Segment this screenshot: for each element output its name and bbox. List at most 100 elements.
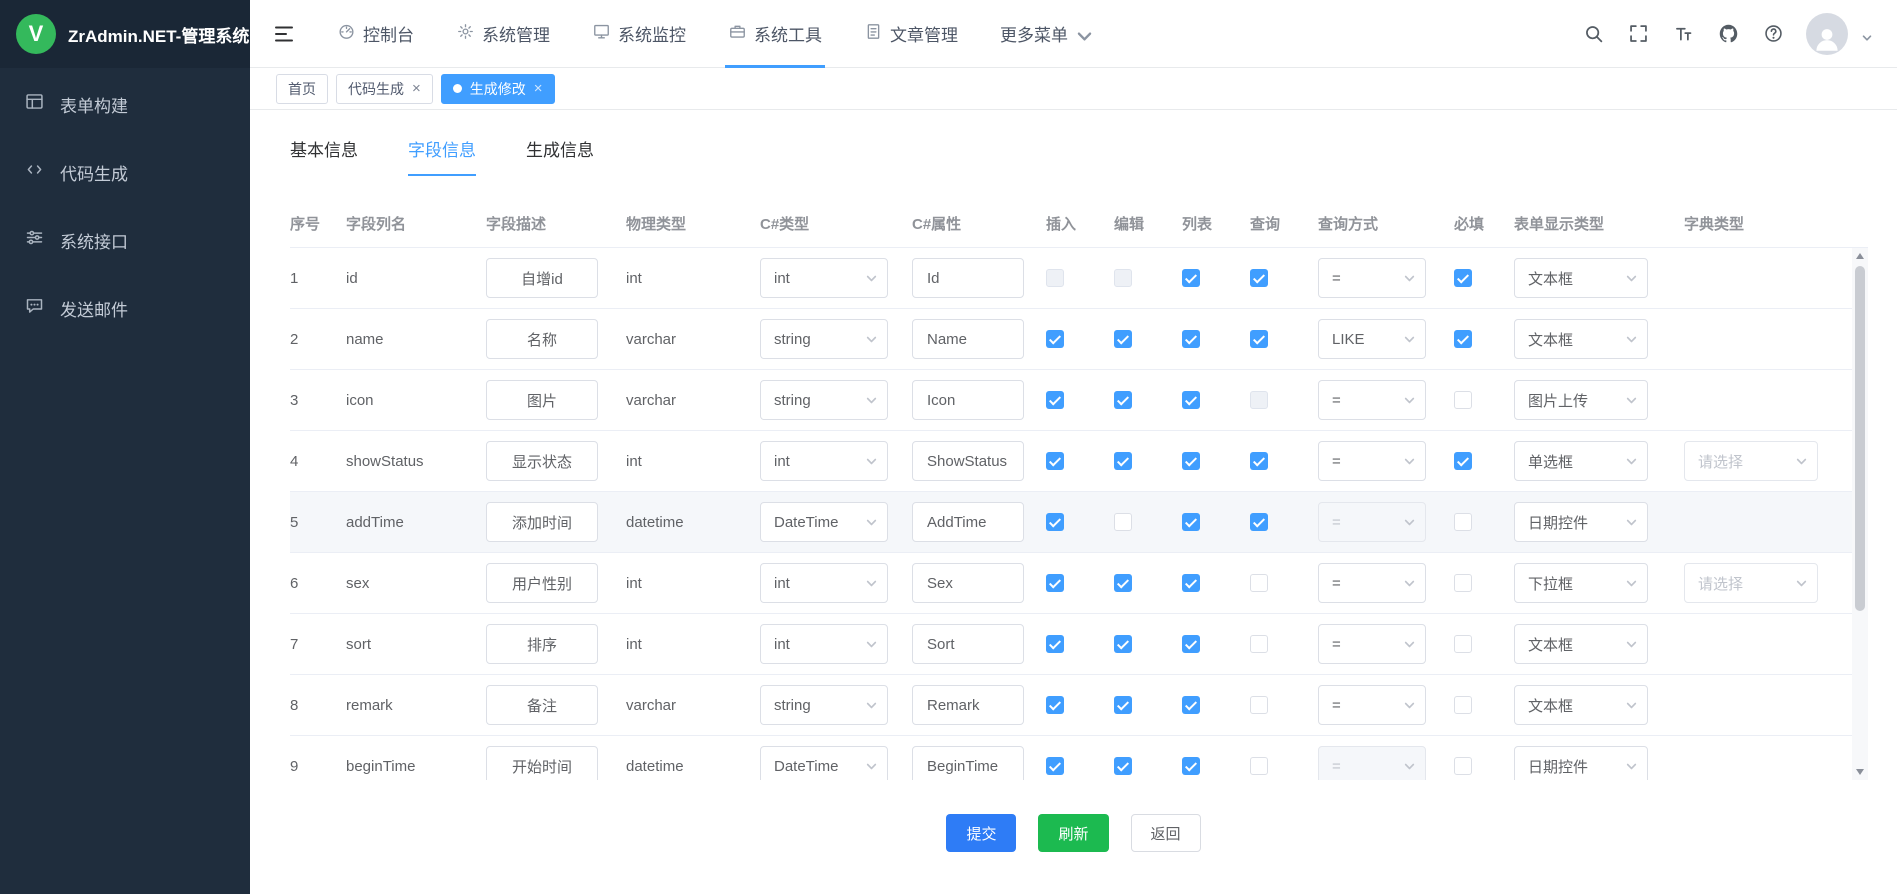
required-checkbox[interactable] [1454, 696, 1472, 714]
back-button[interactable]: 返回 [1131, 814, 1201, 852]
query-checkbox[interactable] [1250, 574, 1268, 592]
required-checkbox[interactable] [1454, 757, 1472, 775]
insert-checkbox[interactable] [1046, 696, 1064, 714]
cs-property-input[interactable] [912, 685, 1024, 725]
insert-checkbox[interactable] [1046, 574, 1064, 592]
display-type-select[interactable]: 文本框 [1514, 624, 1648, 664]
tab-generate-edit[interactable]: 生成修改 × [441, 74, 555, 104]
list-checkbox[interactable] [1182, 574, 1200, 592]
list-checkbox[interactable] [1182, 452, 1200, 470]
cs-type-select[interactable]: int [760, 441, 888, 481]
display-type-select[interactable]: 文本框 [1514, 258, 1648, 298]
caret-down-icon[interactable] [1861, 31, 1873, 43]
cs-property-input[interactable] [912, 258, 1024, 298]
field-description-input[interactable] [486, 563, 598, 603]
display-type-select[interactable]: 文本框 [1514, 319, 1648, 359]
query-checkbox[interactable] [1250, 696, 1268, 714]
nav-item-article-management[interactable]: 更多菜单 文章管理 [861, 0, 961, 68]
cs-type-select[interactable]: int [760, 258, 888, 298]
required-checkbox[interactable] [1454, 513, 1472, 531]
list-checkbox[interactable] [1182, 635, 1200, 653]
required-checkbox[interactable] [1454, 452, 1472, 470]
list-checkbox[interactable] [1182, 330, 1200, 348]
nav-item-system-tools[interactable]: 系统工具 [725, 0, 825, 68]
fullscreen-icon[interactable] [1626, 22, 1650, 46]
required-checkbox[interactable] [1454, 330, 1472, 348]
required-checkbox[interactable] [1454, 391, 1472, 409]
field-description-input[interactable] [486, 441, 598, 481]
cs-property-input[interactable] [912, 563, 1024, 603]
insert-checkbox[interactable] [1046, 330, 1064, 348]
insert-checkbox[interactable] [1046, 452, 1064, 470]
required-checkbox[interactable] [1454, 574, 1472, 592]
cs-type-select[interactable]: string [760, 319, 888, 359]
display-type-select[interactable]: 日期控件 [1514, 502, 1648, 542]
insert-checkbox[interactable] [1046, 513, 1064, 531]
cs-property-input[interactable] [912, 624, 1024, 664]
dict-type-select[interactable]: 请选择 [1684, 441, 1818, 481]
search-icon[interactable] [1581, 22, 1605, 46]
query-mode-select[interactable]: = [1318, 258, 1426, 298]
tab-field-info[interactable]: 字段信息 [408, 136, 476, 176]
submit-button[interactable]: 提交 [946, 814, 1016, 852]
cs-type-select[interactable]: string [760, 380, 888, 420]
tab-generate-info[interactable]: 生成信息 [526, 136, 594, 176]
query-checkbox[interactable] [1250, 330, 1268, 348]
field-description-input[interactable] [486, 319, 598, 359]
list-checkbox[interactable] [1182, 696, 1200, 714]
help-icon[interactable] [1761, 22, 1785, 46]
cs-type-select[interactable]: DateTime [760, 746, 888, 780]
field-description-input[interactable] [486, 685, 598, 725]
edit-checkbox[interactable] [1114, 452, 1132, 470]
insert-checkbox[interactable] [1046, 391, 1064, 409]
query-mode-select[interactable]: = [1318, 380, 1426, 420]
list-checkbox[interactable] [1182, 269, 1200, 287]
cs-type-select[interactable]: int [760, 563, 888, 603]
display-type-select[interactable]: 日期控件 [1514, 746, 1648, 780]
edit-checkbox[interactable] [1114, 513, 1132, 531]
query-mode-select[interactable]: LIKE [1318, 319, 1426, 359]
list-checkbox[interactable] [1182, 391, 1200, 409]
display-type-select[interactable]: 单选框 [1514, 441, 1648, 481]
required-checkbox[interactable] [1454, 635, 1472, 653]
nav-item-system-management[interactable]: 系统管理 [453, 0, 553, 68]
font-size-icon[interactable] [1671, 22, 1695, 46]
dict-type-select[interactable]: 请选择 [1684, 563, 1818, 603]
insert-checkbox[interactable] [1046, 757, 1064, 775]
refresh-button[interactable]: 刷新 [1038, 814, 1108, 852]
sidebar-item-code-generation[interactable]: 代码生成 [0, 138, 250, 206]
list-checkbox[interactable] [1182, 757, 1200, 775]
menu-fold-icon[interactable] [272, 22, 296, 46]
query-checkbox[interactable] [1250, 635, 1268, 653]
field-description-input[interactable] [486, 624, 598, 664]
github-icon[interactable] [1716, 22, 1740, 46]
nav-item-system-monitor[interactable]: 系统监控 [589, 0, 689, 68]
display-type-select[interactable]: 图片上传 [1514, 380, 1648, 420]
tab-code-generation[interactable]: 代码生成 × [336, 74, 433, 104]
cs-type-select[interactable]: int [760, 624, 888, 664]
cs-property-input[interactable] [912, 746, 1024, 780]
sidebar-item-form-builder[interactable]: 表单构建 [0, 70, 250, 138]
nav-item-more-menu[interactable]: 更多菜单 [997, 0, 1092, 68]
logo-bar[interactable]: V ZrAdmin.NET-管理系统 [0, 0, 250, 68]
close-icon[interactable]: × [412, 81, 421, 96]
display-type-select[interactable]: 文本框 [1514, 685, 1648, 725]
close-icon[interactable]: × [534, 81, 543, 96]
edit-checkbox[interactable] [1114, 574, 1132, 592]
cs-property-input[interactable] [912, 441, 1024, 481]
edit-checkbox[interactable] [1114, 757, 1132, 775]
cs-type-select[interactable]: string [760, 685, 888, 725]
edit-checkbox[interactable] [1114, 391, 1132, 409]
scroll-down-arrow[interactable] [1852, 764, 1868, 780]
query-checkbox[interactable] [1250, 757, 1268, 775]
tab-home[interactable]: 首页 [276, 74, 328, 104]
field-description-input[interactable] [486, 380, 598, 420]
query-mode-select[interactable]: = [1318, 441, 1426, 481]
query-mode-select[interactable]: = [1318, 563, 1426, 603]
list-checkbox[interactable] [1182, 513, 1200, 531]
cs-property-input[interactable] [912, 319, 1024, 359]
required-checkbox[interactable] [1454, 269, 1472, 287]
display-type-select[interactable]: 下拉框 [1514, 563, 1648, 603]
field-description-input[interactable] [486, 746, 598, 780]
cs-type-select[interactable]: DateTime [760, 502, 888, 542]
